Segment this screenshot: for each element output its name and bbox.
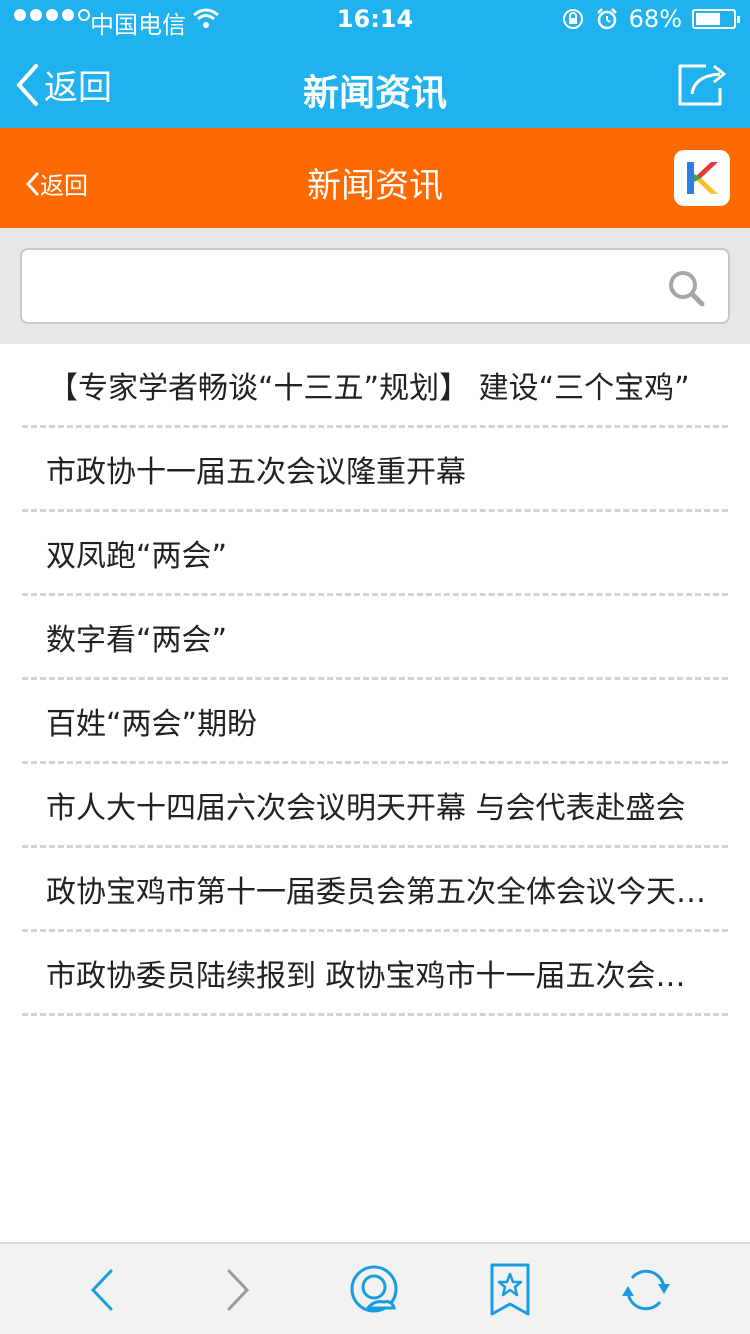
news-title: 【专家学者畅谈“十三五”规划】 建设“三个宝鸡” <box>48 370 690 406</box>
bottom-toolbar <box>0 1242 750 1334</box>
back-arrow-icon <box>90 1269 113 1311</box>
battery-icon <box>692 9 740 29</box>
news-title: 市人大十四届六次会议明天开幕 与会代表赴盛会 <box>46 790 686 826</box>
battery-percent: 68% <box>628 5 682 33</box>
cloud-chat-button[interactable] <box>344 1260 404 1320</box>
news-title: 百姓“两会”期盼 <box>46 706 258 742</box>
news-title: 市政协十一届五次会议隆重开幕 <box>46 454 466 490</box>
refresh-icon <box>622 1269 670 1311</box>
secondary-nav-bar: 返回 新闻资讯 <box>0 128 750 228</box>
news-title: 双凤跑“两会” <box>46 538 228 574</box>
news-item[interactable]: 【专家学者畅谈“十三五”规划】 建设“三个宝鸡” <box>22 344 728 428</box>
news-item[interactable]: 政协宝鸡市第十一届委员会第五次全体会议今天… <box>22 848 728 932</box>
browser-back-button[interactable] <box>72 1260 132 1320</box>
rotation-lock-icon <box>562 9 583 29</box>
page-title: 新闻资讯 <box>302 73 447 114</box>
news-item[interactable]: 市政协十一届五次会议隆重开幕 <box>22 428 728 512</box>
news-title: 数字看“两会” <box>46 622 228 658</box>
app-logo[interactable] <box>674 150 730 206</box>
news-list: 【专家学者畅谈“十三五”规划】 建设“三个宝鸡” 市政协十一届五次会议隆重开幕 … <box>22 344 728 1016</box>
top-header: 中国电信 16:14 68% 返回 新闻资讯 <box>0 0 750 128</box>
news-item[interactable]: 百姓“两会”期盼 <box>22 680 728 764</box>
news-title: 政协宝鸡市第十一届委员会第五次全体会议今天… <box>46 874 706 910</box>
search-area <box>0 228 750 344</box>
news-title: 市政协委员陆续报到 政协宝鸡市十一届五次会… <box>46 958 686 994</box>
bookmark-button[interactable] <box>480 1260 540 1320</box>
bookmark-star-icon <box>490 1263 530 1316</box>
search-icon[interactable] <box>666 268 706 308</box>
forward-arrow-icon <box>227 1269 250 1311</box>
search-input[interactable] <box>22 250 642 322</box>
refresh-button[interactable] <box>616 1260 676 1320</box>
inner-page-title: 新闻资讯 <box>307 166 443 206</box>
cloud-chat-icon <box>350 1265 398 1313</box>
status-bar: 中国电信 16:14 68% <box>0 0 750 40</box>
news-item[interactable]: 市政协委员陆续报到 政协宝鸡市十一届五次会… <box>22 932 728 1016</box>
search-box[interactable] <box>20 248 730 324</box>
share-icon[interactable] <box>676 60 730 108</box>
k-logo-icon <box>687 162 718 194</box>
news-item[interactable]: 市人大十四届六次会议明天开幕 与会代表赴盛会 <box>22 764 728 848</box>
primary-nav-bar: 返回 新闻资讯 <box>0 40 750 128</box>
browser-forward-button[interactable] <box>208 1260 268 1320</box>
alarm-icon <box>596 8 617 30</box>
news-item[interactable]: 数字看“两会” <box>22 596 728 680</box>
news-item[interactable]: 双凤跑“两会” <box>22 512 728 596</box>
